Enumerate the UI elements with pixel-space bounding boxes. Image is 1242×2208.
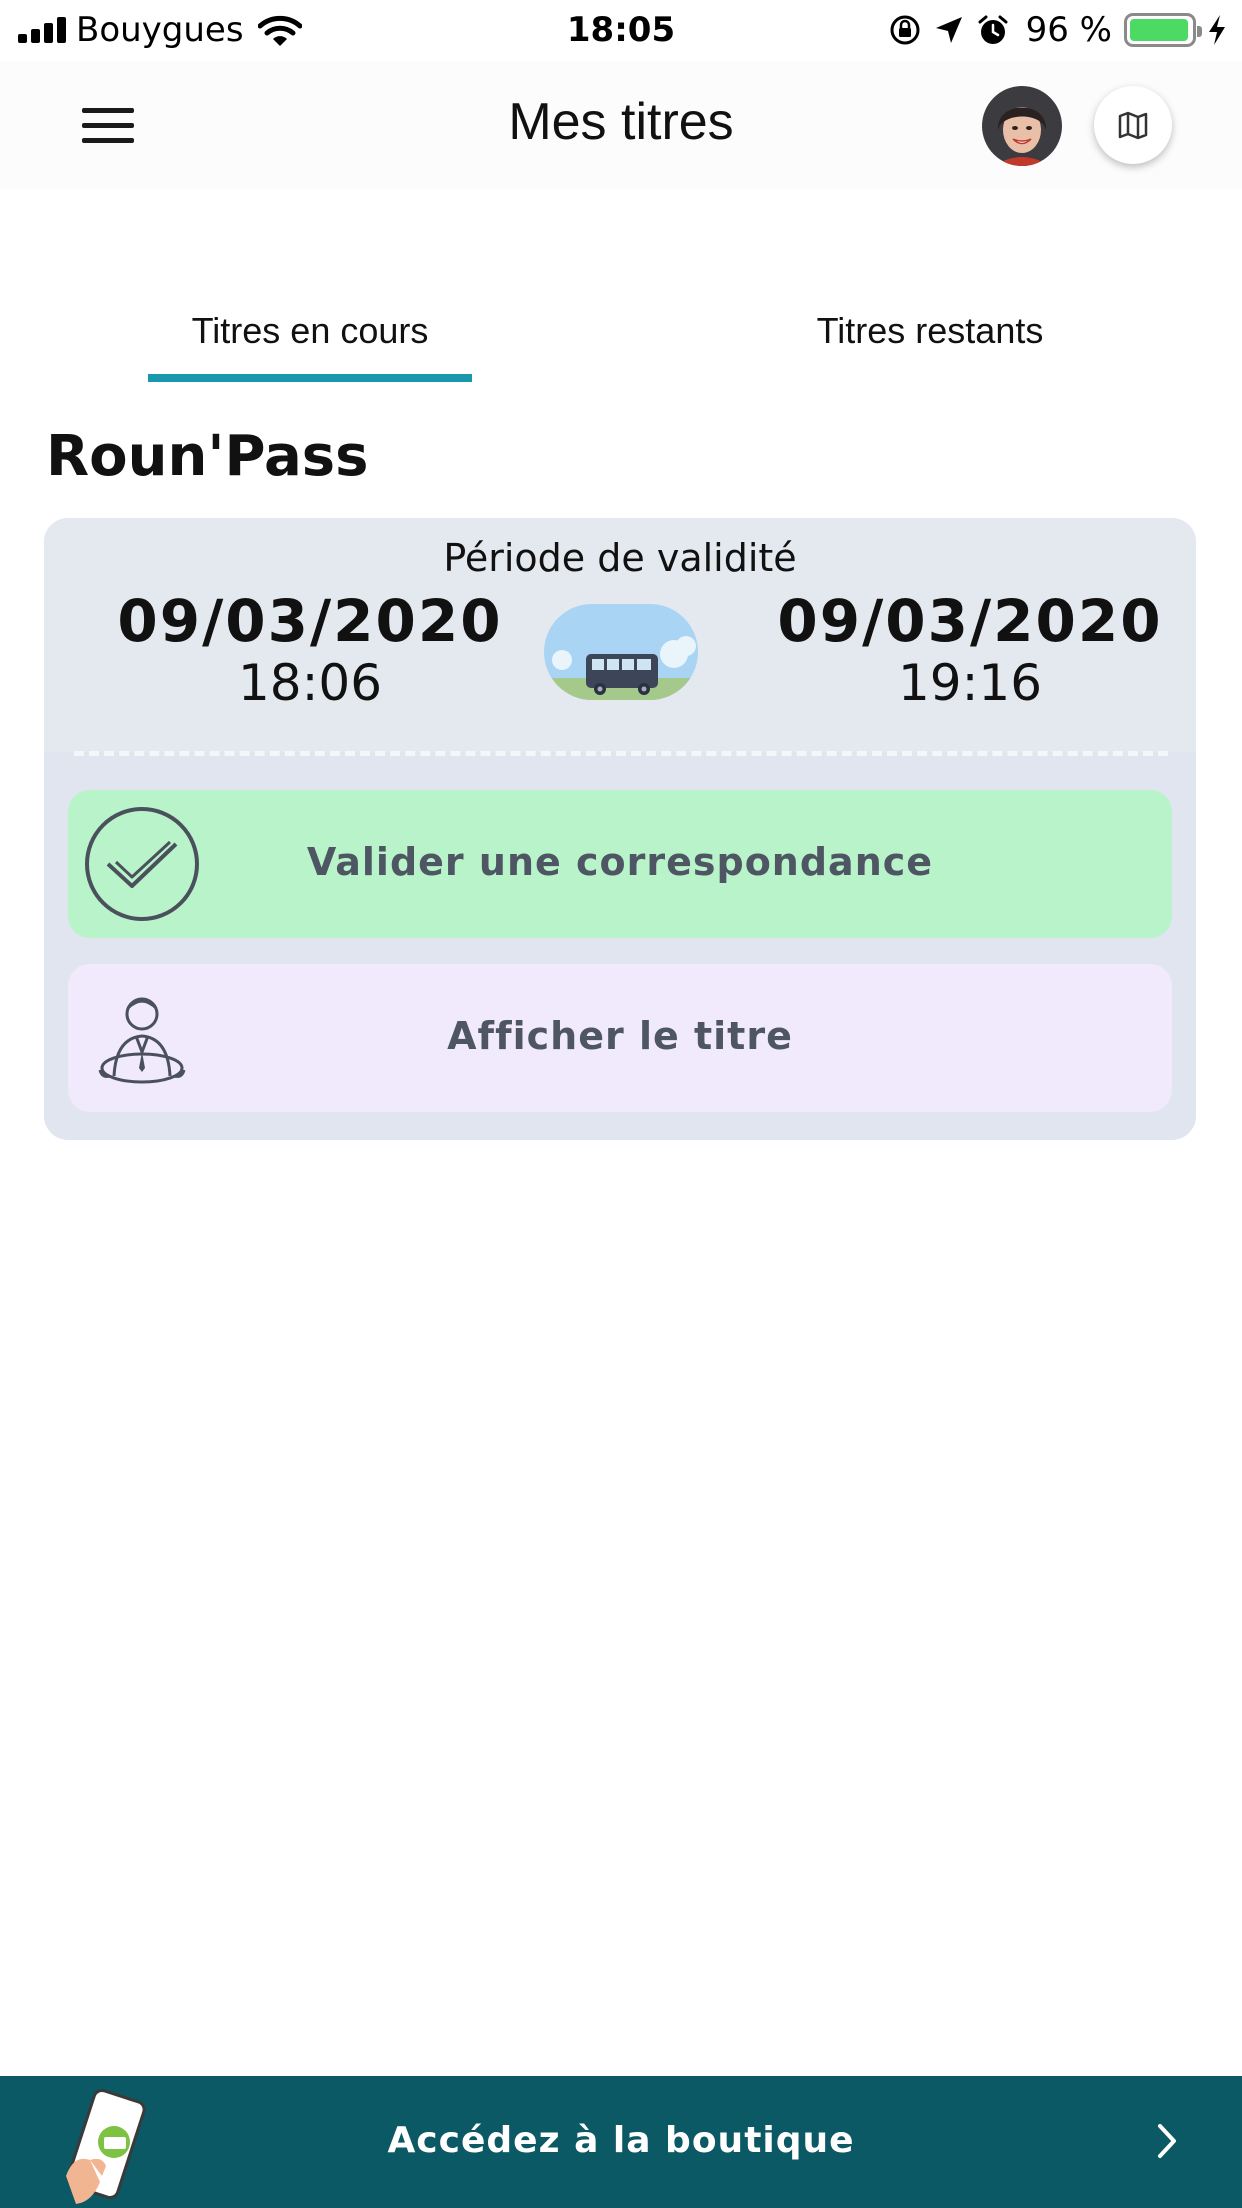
section-title: Roun'Pass — [46, 424, 369, 489]
nav-bar: Mes titres — [0, 62, 1242, 190]
show-ticket-button[interactable]: Afficher le titre — [68, 964, 1172, 1112]
active-tab-indicator — [148, 374, 472, 382]
show-ticket-label: Afficher le titre — [447, 1014, 793, 1058]
shop-banner-button[interactable]: Accédez à la boutique — [0, 2076, 1242, 2208]
bus-icon — [544, 604, 698, 700]
location-arrow-icon — [935, 17, 962, 43]
ticket-divider — [74, 751, 1168, 756]
alarm-icon — [978, 15, 1008, 44]
validate-connection-label: Valider une correspondance — [306, 840, 934, 884]
end-time: 19:16 — [897, 654, 1043, 712]
avatar-image — [982, 86, 1062, 166]
map-button[interactable] — [1094, 86, 1172, 164]
charging-bolt-icon — [1209, 15, 1225, 45]
start-date: 09/03/2020 — [117, 587, 503, 655]
validity-label: Période de validité — [443, 536, 797, 580]
tab-titres-en-cours[interactable]: Titres en cours — [148, 310, 472, 352]
validity-end: 09/03/2020 19:16 — [760, 588, 1180, 712]
status-bar: Bouygues 18:05 96 % — [0, 0, 1242, 62]
shop-banner-label: Accédez à la boutique — [387, 2120, 855, 2161]
battery-percent: 96 % — [1025, 10, 1112, 50]
map-icon — [1118, 111, 1148, 140]
tab-titres-restants[interactable]: Titres restants — [770, 310, 1090, 352]
validate-connection-button[interactable]: Valider une correspondance — [68, 790, 1172, 938]
avatar[interactable] — [982, 86, 1062, 166]
battery-level — [1130, 19, 1188, 41]
status-right-group: 96 % — [888, 10, 1228, 50]
validity-start: 09/03/2020 18:06 — [100, 588, 520, 712]
chevron-right-icon — [1158, 2124, 1176, 2158]
ticket-validity-header: Période de validité 09/03/2020 18:06 09/… — [44, 518, 1196, 752]
ticket-notch-left — [44, 190, 72, 264]
battery-cap — [1197, 26, 1202, 37]
battery-icon — [1124, 13, 1202, 47]
ticket-notch-right — [1170, 190, 1198, 264]
ticket-card: Période de validité 09/03/2020 18:06 09/… — [44, 518, 1196, 1140]
end-date: 09/03/2020 — [777, 587, 1163, 655]
start-time: 18:06 — [237, 654, 383, 712]
rotation-lock-icon — [890, 15, 920, 45]
